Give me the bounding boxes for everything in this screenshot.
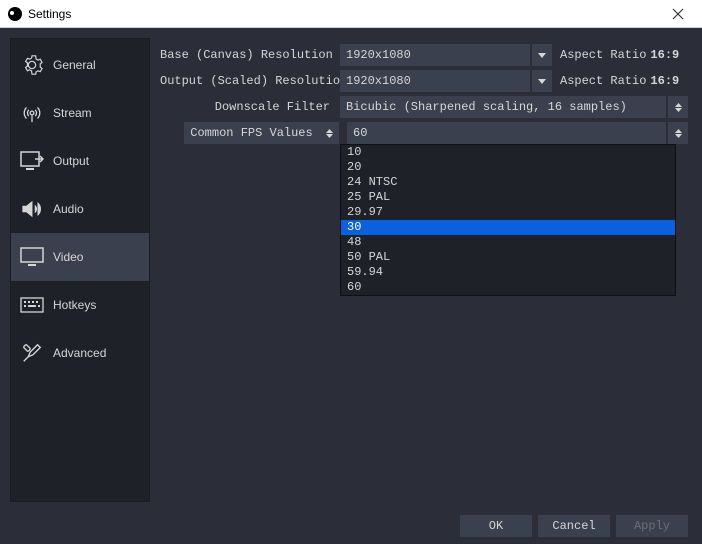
output-aspect-value: 16:9: [650, 74, 679, 88]
video-settings-panel: Base (Canvas) Resolution 1920x1080 Aspec…: [150, 38, 692, 502]
fps-option[interactable]: 60: [341, 280, 675, 295]
window-title: Settings: [28, 7, 662, 21]
downscale-filter-label: Downscale Filter: [160, 100, 340, 114]
output-resolution-row: Output (Scaled) Resolution 1920x1080 Asp…: [160, 68, 688, 94]
chevron-down-icon: [675, 108, 682, 112]
downscale-filter-value: Bicubic (Sharpened scaling, 16 samples): [346, 100, 627, 114]
fps-option[interactable]: 25 PAL: [341, 190, 675, 205]
chevron-down-icon: [675, 134, 682, 138]
output-resolution-combo[interactable]: 1920x1080: [340, 70, 530, 92]
sidebar-item-general[interactable]: General: [11, 41, 149, 89]
fps-option[interactable]: 24 NTSC: [341, 175, 675, 190]
chevron-up-icon: [326, 129, 333, 133]
fps-value-spin[interactable]: [668, 122, 688, 144]
ok-button-label: OK: [489, 519, 503, 533]
sidebar-item-output[interactable]: Output: [11, 137, 149, 185]
base-resolution-row: Base (Canvas) Resolution 1920x1080 Aspec…: [160, 42, 688, 68]
window-titlebar: Settings: [0, 0, 702, 28]
output-aspect-label: Aspect Ratio: [560, 74, 646, 88]
fps-option[interactable]: 10: [341, 145, 675, 160]
fps-type-value: Common FPS Values: [190, 126, 312, 140]
sidebar-item-label: Output: [53, 154, 89, 168]
output-resolution-value: 1920x1080: [346, 74, 411, 88]
cancel-button[interactable]: Cancel: [538, 515, 610, 537]
apply-button[interactable]: Apply: [616, 515, 688, 537]
sidebar-item-label: Audio: [53, 202, 84, 216]
sidebar-item-video[interactable]: Video: [11, 233, 149, 281]
base-aspect-label: Aspect Ratio: [560, 48, 646, 62]
downscale-filter-spin[interactable]: [668, 96, 688, 118]
sidebar-item-label: General: [53, 58, 96, 72]
settings-body: General Stream Output Audio Video: [0, 28, 702, 508]
fps-option[interactable]: 59.94: [341, 265, 675, 280]
settings-sidebar: General Stream Output Audio Video: [10, 38, 150, 502]
downscale-filter-row: Downscale Filter Bicubic (Sharpened scal…: [160, 94, 688, 120]
sidebar-item-label: Advanced: [53, 346, 106, 360]
gear-icon: [19, 54, 45, 76]
apply-button-label: Apply: [634, 519, 670, 533]
chevron-up-icon: [675, 129, 682, 133]
chevron-down-icon: [326, 134, 333, 138]
keyboard-icon: [19, 294, 45, 316]
cancel-button-label: Cancel: [552, 519, 595, 533]
base-resolution-value: 1920x1080: [346, 48, 411, 62]
sidebar-item-stream[interactable]: Stream: [11, 89, 149, 137]
close-icon: [672, 8, 684, 20]
fps-option[interactable]: 50 PAL: [341, 250, 675, 265]
sidebar-item-label: Stream: [53, 106, 92, 120]
chevron-down-icon: [538, 79, 546, 84]
fps-option[interactable]: 30: [341, 220, 675, 235]
fps-option[interactable]: 29.97: [341, 205, 675, 220]
output-icon: [19, 150, 45, 172]
base-resolution-combo[interactable]: 1920x1080: [340, 44, 530, 66]
fps-type-spin[interactable]: [319, 122, 339, 144]
downscale-filter-combo[interactable]: Bicubic (Sharpened scaling, 16 samples): [340, 96, 666, 118]
fps-dropdown-list[interactable]: 102024 NTSC25 PAL29.97304850 PAL59.9460: [340, 144, 676, 296]
fps-option[interactable]: 48: [341, 235, 675, 250]
speaker-icon: [19, 198, 45, 220]
base-resolution-dropdown-arrow[interactable]: [532, 44, 552, 66]
sidebar-item-label: Hotkeys: [53, 298, 96, 312]
fps-value-combo[interactable]: 60: [347, 122, 666, 144]
output-resolution-label: Output (Scaled) Resolution: [160, 74, 340, 88]
antenna-icon: [19, 102, 45, 124]
dialog-footer: OK Cancel Apply: [0, 508, 702, 544]
base-resolution-label: Base (Canvas) Resolution: [160, 48, 340, 62]
sidebar-item-hotkeys[interactable]: Hotkeys: [11, 281, 149, 329]
app-icon: [8, 7, 22, 21]
monitor-icon: [19, 246, 45, 268]
output-resolution-dropdown-arrow[interactable]: [532, 70, 552, 92]
tools-icon: [19, 342, 45, 364]
window-close-button[interactable]: [662, 0, 694, 28]
fps-type-combo[interactable]: Common FPS Values: [184, 122, 319, 144]
chevron-up-icon: [675, 103, 682, 107]
sidebar-item-advanced[interactable]: Advanced: [11, 329, 149, 377]
sidebar-item-label: Video: [53, 250, 83, 264]
sidebar-item-audio[interactable]: Audio: [11, 185, 149, 233]
fps-value: 60: [353, 126, 367, 140]
chevron-down-icon: [538, 53, 546, 58]
fps-option[interactable]: 20: [341, 160, 675, 175]
ok-button[interactable]: OK: [460, 515, 532, 537]
base-aspect-value: 16:9: [650, 48, 679, 62]
fps-row: Common FPS Values 60: [160, 120, 688, 146]
